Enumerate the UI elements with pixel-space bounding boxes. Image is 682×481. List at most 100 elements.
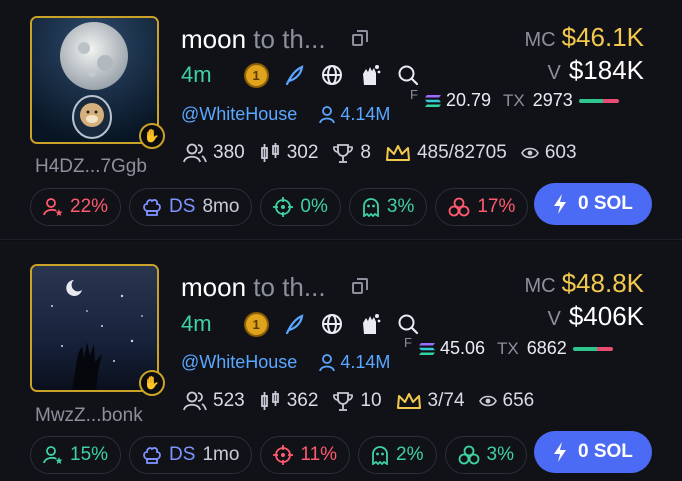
token-chips: 15% DS 1mo 11% 2% 3% — [30, 436, 527, 474]
trades-count: 362 — [286, 390, 319, 411]
views-stat: 656 — [478, 390, 535, 412]
top-holders-chip[interactable]: 22% — [30, 188, 122, 226]
fee-label: F — [410, 87, 418, 102]
coin-rank-icon: 1 — [243, 311, 269, 337]
hand-badge-icon: ✋ — [139, 123, 165, 149]
sniper-chip[interactable]: 11% — [260, 436, 351, 474]
quick-buy-button[interactable]: 0 SOL — [534, 183, 652, 225]
top10-stat: 8 — [332, 142, 371, 164]
bundle-chip[interactable]: 3% — [444, 436, 527, 474]
crosshair-icon — [273, 445, 294, 465]
token-age: 4m — [181, 62, 212, 87]
top-holders-chip[interactable]: 15% — [30, 436, 122, 474]
market-cap-value: $48.8K — [561, 268, 644, 298]
top10-count: 10 — [360, 390, 382, 411]
bundle-icon — [448, 197, 470, 217]
search-icon[interactable] — [395, 311, 421, 337]
sniper-value: 0% — [300, 196, 328, 217]
followers: 4.14M — [319, 352, 390, 373]
eye-icon — [478, 395, 497, 407]
token-meta-row: 4m 1 — [181, 62, 421, 88]
token-name: moon to th... — [181, 24, 326, 55]
token-chips: 22% DS 8mo 0% 3% 17% — [30, 188, 529, 226]
users-icon — [183, 391, 207, 411]
crown-value: 485/82705 — [416, 142, 507, 163]
volume: V $184K — [524, 55, 644, 86]
volume-label: V — [547, 62, 561, 84]
token-image[interactable] — [30, 264, 159, 392]
twitter-handle-row: @WhiteHouse 4.14M — [181, 104, 390, 125]
pump-hand-icon[interactable] — [357, 311, 383, 337]
tx-label: TX — [497, 338, 519, 358]
lightning-icon — [554, 442, 566, 462]
sniper-chip[interactable]: 0% — [260, 188, 341, 226]
holders-stat: 380 — [183, 142, 245, 164]
copy-icon[interactable] — [352, 30, 368, 47]
buy-sell-ratio-bar — [572, 346, 613, 351]
followers-count: 4.14M — [340, 104, 391, 124]
ghost-icon — [362, 198, 379, 217]
holders-count: 380 — [213, 142, 245, 163]
holders-count: 523 — [213, 390, 245, 411]
ds-age: 1mo — [202, 444, 240, 465]
pump-hand-icon[interactable] — [357, 62, 383, 88]
person-icon — [319, 105, 336, 123]
user-star-icon — [43, 446, 63, 464]
buy-sell-ratio-bar — [578, 98, 619, 103]
market-cap-label: MC — [524, 275, 556, 297]
search-icon[interactable] — [395, 62, 421, 88]
globe-icon[interactable] — [319, 62, 345, 88]
volume-label: V — [547, 308, 561, 330]
insiders-chip[interactable]: 3% — [348, 188, 428, 226]
bundle-chip[interactable]: 17% — [435, 188, 529, 226]
users-icon — [183, 143, 207, 163]
token-card[interactable]: ✋ H4DZ...7Ggb moon to th... 4m 1 @WhiteH… — [0, 0, 682, 240]
volume: V $406K — [524, 301, 644, 332]
market-cap-label: MC — [524, 29, 556, 51]
quick-buy-label: 0 SOL — [578, 193, 633, 214]
followers-count: 4.14M — [340, 352, 391, 372]
token-card[interactable]: ✋ MwzZ...bonk moon to th... 4m 1 @WhiteH… — [0, 241, 682, 481]
token-address[interactable]: H4DZ...7Ggb — [35, 156, 147, 178]
crown-stat: 485/82705 — [385, 142, 507, 164]
twitter-handle[interactable]: @WhiteHouse — [181, 352, 297, 373]
dex-screener-chip[interactable]: DS 8mo — [129, 188, 253, 226]
token-stats: 380 302 8 485/82705 603 — [183, 142, 591, 164]
token-address[interactable]: MwzZ...bonk — [35, 405, 143, 427]
feather-icon[interactable] — [281, 311, 307, 337]
ds-label: DS — [169, 444, 196, 465]
globe-icon[interactable] — [319, 311, 345, 337]
views-count: 656 — [502, 390, 535, 411]
chef-hat-icon — [143, 199, 161, 216]
top-holders-value: 22% — [70, 196, 109, 217]
lightning-icon — [554, 194, 566, 214]
holders-stat: 523 — [183, 390, 245, 412]
hand-badge-icon: ✋ — [139, 370, 165, 396]
token-feed: ✋ H4DZ...7Ggb moon to th... 4m 1 @WhiteH… — [0, 0, 682, 481]
trades-count: 302 — [286, 142, 319, 163]
token-name: moon to th... — [181, 272, 326, 303]
solana-icon — [424, 94, 441, 107]
quick-buy-button[interactable]: 0 SOL — [534, 431, 652, 473]
feather-icon[interactable] — [281, 62, 307, 88]
dex-screener-chip[interactable]: DS 1mo — [129, 436, 253, 474]
ds-label: DS — [169, 196, 196, 217]
volume-value: $406K — [568, 301, 644, 331]
market-cap-value: $46.1K — [561, 22, 644, 52]
twitter-handle[interactable]: @WhiteHouse — [181, 104, 297, 125]
solana-icon — [418, 342, 435, 355]
insiders-chip[interactable]: 2% — [358, 436, 437, 474]
top10-stat: 10 — [332, 390, 382, 412]
candles-icon — [260, 143, 279, 162]
crown-icon — [396, 393, 421, 409]
bundle-value: 3% — [486, 444, 514, 465]
market-cap: MC $46.1K — [524, 22, 644, 53]
top-holders-value: 15% — [70, 444, 109, 465]
token-image[interactable] — [30, 16, 159, 144]
eye-icon — [520, 147, 539, 159]
trophy-icon — [333, 392, 354, 411]
crosshair-icon — [273, 197, 294, 217]
views-count: 603 — [544, 142, 577, 163]
fee-value: 45.06 — [439, 338, 485, 358]
copy-icon[interactable] — [352, 278, 368, 295]
